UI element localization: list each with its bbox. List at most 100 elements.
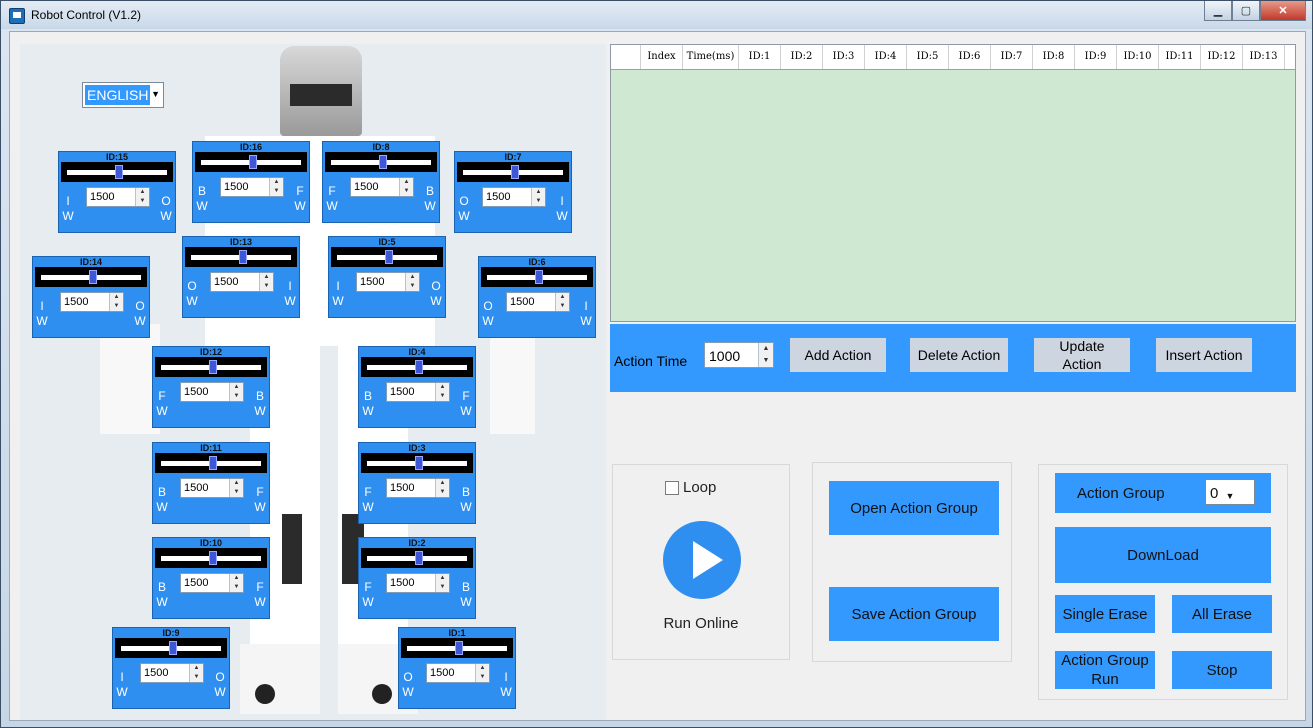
slider-thumb[interactable] — [209, 360, 217, 374]
servo-value-input[interactable]: 1500 ▲ ▼ — [356, 272, 420, 292]
servo-slider[interactable] — [331, 247, 443, 267]
servo-value-input[interactable]: 1500 ▲ ▼ — [180, 478, 244, 498]
servo-slider[interactable] — [481, 267, 593, 287]
spin-arrows-icon[interactable]: ▲ ▼ — [475, 664, 489, 682]
download-button[interactable]: DownLoad — [1055, 527, 1271, 583]
slider-thumb[interactable] — [385, 250, 393, 264]
action-group-run-button[interactable]: Action Group Run — [1055, 651, 1155, 689]
action-time-input[interactable]: 1000 ▲ ▼ — [704, 342, 774, 368]
grid-col-id11[interactable]: ID:11 — [1159, 45, 1201, 69]
servo-value-input[interactable]: 1500 ▲ ▼ — [140, 663, 204, 683]
slider-thumb[interactable] — [511, 165, 519, 179]
stop-button[interactable]: Stop — [1172, 651, 1272, 689]
servo-slider[interactable] — [155, 548, 267, 568]
servo-value-input[interactable]: 1500 ▲ ▼ — [506, 292, 570, 312]
servo-slider[interactable] — [185, 247, 297, 267]
spin-arrows-icon[interactable]: ▲ ▼ — [259, 273, 273, 291]
single-erase-button[interactable]: Single Erase — [1055, 595, 1155, 633]
all-erase-button[interactable]: All Erase — [1172, 595, 1272, 633]
servo-slider[interactable] — [155, 453, 267, 473]
grid-col-id13[interactable]: ID:13 — [1243, 45, 1285, 69]
slider-thumb[interactable] — [535, 270, 543, 284]
grid-col-id1[interactable]: ID:1 — [739, 45, 781, 69]
insert-action-button[interactable]: Insert Action — [1156, 338, 1252, 372]
save-action-group-button[interactable]: Save Action Group — [829, 587, 999, 641]
slider-thumb[interactable] — [455, 641, 463, 655]
spin-arrows-icon[interactable]: ▲ ▼ — [109, 293, 123, 311]
servo-value-input[interactable]: 1500 ▲ ▼ — [60, 292, 124, 312]
slider-thumb[interactable] — [209, 551, 217, 565]
grid-col-id3[interactable]: ID:3 — [823, 45, 865, 69]
servo-slider[interactable] — [361, 453, 473, 473]
slider-thumb[interactable] — [89, 270, 97, 284]
spin-arrows-icon[interactable]: ▲ ▼ — [229, 574, 243, 592]
minimize-button[interactable]: ▁ — [1204, 1, 1232, 21]
slider-thumb[interactable] — [239, 250, 247, 264]
spin-arrows-icon[interactable]: ▲ ▼ — [435, 479, 449, 497]
language-select[interactable]: ENGLISH ▼ — [82, 82, 164, 108]
add-action-button[interactable]: Add Action — [790, 338, 886, 372]
grid-col-time[interactable]: Time(ms) — [683, 45, 739, 69]
slider-thumb[interactable] — [415, 456, 423, 470]
loop-checkbox[interactable]: Loop — [665, 479, 716, 496]
grid-col-id4[interactable]: ID:4 — [865, 45, 907, 69]
grid-col-id6[interactable]: ID:6 — [949, 45, 991, 69]
grid-col-id8[interactable]: ID:8 — [1033, 45, 1075, 69]
servo-slider[interactable] — [35, 267, 147, 287]
spin-arrows-icon[interactable]: ▲ ▼ — [435, 574, 449, 592]
slider-thumb[interactable] — [249, 155, 257, 169]
grid-col-id5[interactable]: ID:5 — [907, 45, 949, 69]
spin-arrows-icon[interactable]: ▲ ▼ — [531, 188, 545, 206]
spin-arrows-icon[interactable]: ▲ ▼ — [399, 178, 413, 196]
play-icon[interactable] — [663, 521, 741, 599]
checkbox-icon[interactable] — [665, 480, 679, 495]
update-action-button[interactable]: Update Action — [1034, 338, 1130, 372]
slider-thumb[interactable] — [415, 551, 423, 565]
spin-arrows-icon[interactable]: ▲ ▼ — [269, 178, 283, 196]
close-button[interactable]: ✕ — [1260, 1, 1306, 21]
spin-arrows-icon[interactable]: ▲ ▼ — [758, 343, 773, 367]
servo-value-input[interactable]: 1500 ▲ ▼ — [386, 382, 450, 402]
servo-slider[interactable] — [361, 357, 473, 377]
delete-action-button[interactable]: Delete Action — [910, 338, 1008, 372]
servo-value-input[interactable]: 1500 ▲ ▼ — [482, 187, 546, 207]
servo-value-input[interactable]: 1500 ▲ ▼ — [210, 272, 274, 292]
servo-slider[interactable] — [61, 162, 173, 182]
slider-thumb[interactable] — [415, 360, 423, 374]
spin-arrows-icon[interactable]: ▲ ▼ — [405, 273, 419, 291]
grid-col-id10[interactable]: ID:10 — [1117, 45, 1159, 69]
slider-thumb[interactable] — [379, 155, 387, 169]
spin-arrows-icon[interactable]: ▲ ▼ — [229, 479, 243, 497]
servo-value-input[interactable]: 1500 ▲ ▼ — [386, 478, 450, 498]
servo-slider[interactable] — [401, 638, 513, 658]
grid-col-id7[interactable]: ID:7 — [991, 45, 1033, 69]
spin-arrows-icon[interactable]: ▲ ▼ — [135, 188, 149, 206]
servo-slider[interactable] — [457, 162, 569, 182]
grid-col-id9[interactable]: ID:9 — [1075, 45, 1117, 69]
title-bar[interactable]: Robot Control (V1.2) ▁ ▢ ✕ — [1, 1, 1312, 29]
slider-thumb[interactable] — [169, 641, 177, 655]
servo-value-input[interactable]: 1500 ▲ ▼ — [180, 382, 244, 402]
grid-col-id2[interactable]: ID:2 — [781, 45, 823, 69]
spin-arrows-icon[interactable]: ▲ ▼ — [555, 293, 569, 311]
open-action-group-button[interactable]: Open Action Group — [829, 481, 999, 535]
servo-value-input[interactable]: 1500 ▲ ▼ — [350, 177, 414, 197]
spin-arrows-icon[interactable]: ▲ ▼ — [229, 383, 243, 401]
servo-value-input[interactable]: 1500 ▲ ▼ — [220, 177, 284, 197]
grid-col-index[interactable]: Index — [641, 45, 683, 69]
action-group-select[interactable]: 0 ▼ — [1205, 479, 1255, 505]
slider-thumb[interactable] — [115, 165, 123, 179]
servo-value-input[interactable]: 1500 ▲ ▼ — [386, 573, 450, 593]
servo-value-input[interactable]: 1500 ▲ ▼ — [86, 187, 150, 207]
servo-slider[interactable] — [115, 638, 227, 658]
maximize-button[interactable]: ▢ — [1232, 1, 1260, 21]
action-grid[interactable]: Index Time(ms) ID:1 ID:2 ID:3 ID:4 ID:5 … — [610, 44, 1296, 322]
spin-arrows-icon[interactable]: ▲ ▼ — [435, 383, 449, 401]
servo-slider[interactable] — [195, 152, 307, 172]
slider-thumb[interactable] — [209, 456, 217, 470]
servo-value-input[interactable]: 1500 ▲ ▼ — [180, 573, 244, 593]
servo-slider[interactable] — [325, 152, 437, 172]
servo-slider[interactable] — [361, 548, 473, 568]
servo-value-input[interactable]: 1500 ▲ ▼ — [426, 663, 490, 683]
spin-arrows-icon[interactable]: ▲ ▼ — [189, 664, 203, 682]
